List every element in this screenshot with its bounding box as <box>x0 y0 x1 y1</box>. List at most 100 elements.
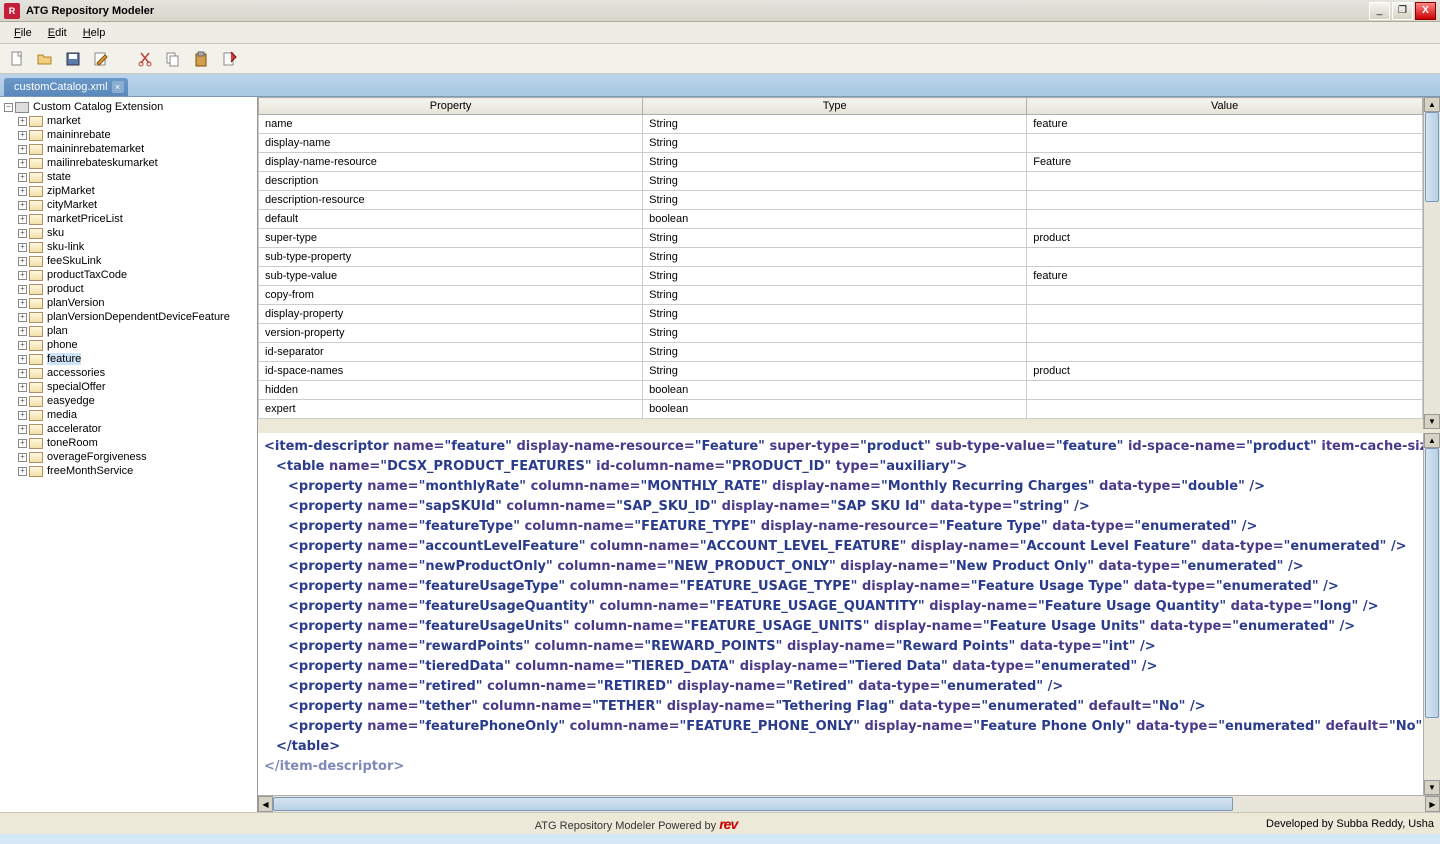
table-row[interactable]: description-resourceString <box>259 191 1423 210</box>
cell[interactable]: copy-from <box>259 286 643 305</box>
tree-item-phone[interactable]: +phone <box>0 338 257 352</box>
expander-icon[interactable]: + <box>18 327 27 336</box>
cell[interactable]: String <box>643 172 1027 191</box>
property-table-scroll[interactable]: PropertyTypeValue nameStringfeaturedispl… <box>258 97 1423 429</box>
scroll-down-icon[interactable]: ▼ <box>1424 414 1440 429</box>
scroll-thumb[interactable] <box>1425 112 1439 202</box>
tree-item-specialOffer[interactable]: +specialOffer <box>0 380 257 394</box>
menu-file[interactable]: File <box>6 24 40 42</box>
tree-item-feeSkuLink[interactable]: +feeSkuLink <box>0 254 257 268</box>
cell[interactable]: sub-type-value <box>259 267 643 286</box>
cell[interactable]: String <box>643 267 1027 286</box>
table-row[interactable]: id-separatorString <box>259 343 1423 362</box>
tree-item-product[interactable]: +product <box>0 282 257 296</box>
tree-item-maininrebatemarket[interactable]: +maininrebatemarket <box>0 142 257 156</box>
tab-customcatalog[interactable]: customCatalog.xml × <box>4 78 128 96</box>
minimize-button[interactable]: _ <box>1369 2 1390 20</box>
tree-item-planVersion[interactable]: +planVersion <box>0 296 257 310</box>
new-file-icon[interactable] <box>8 50 26 68</box>
tree-item-accessories[interactable]: +accessories <box>0 366 257 380</box>
copy-icon[interactable] <box>164 50 182 68</box>
scroll-up-icon[interactable]: ▲ <box>1424 97 1440 112</box>
cell[interactable]: String <box>643 324 1027 343</box>
expander-icon[interactable]: + <box>18 159 27 168</box>
tree-item-toneRoom[interactable]: +toneRoom <box>0 436 257 450</box>
cell[interactable] <box>1027 286 1423 305</box>
table-row[interactable]: display-propertyString <box>259 305 1423 324</box>
expander-icon[interactable]: + <box>18 369 27 378</box>
cell[interactable]: String <box>643 362 1027 381</box>
cell[interactable]: String <box>643 134 1027 153</box>
tree-item-accelerator[interactable]: +accelerator <box>0 422 257 436</box>
cell[interactable]: String <box>643 286 1027 305</box>
table-row[interactable]: sub-type-valueStringfeature <box>259 267 1423 286</box>
table-row[interactable]: sub-type-propertyString <box>259 248 1423 267</box>
close-button[interactable]: X <box>1415 2 1436 20</box>
cell[interactable]: description <box>259 172 643 191</box>
tree-item-market[interactable]: +market <box>0 114 257 128</box>
expander-icon[interactable]: + <box>18 215 27 224</box>
tree-item-maininrebate[interactable]: +maininrebate <box>0 128 257 142</box>
expander-icon[interactable]: + <box>18 271 27 280</box>
table-row[interactable]: display-name-resourceStringFeature <box>259 153 1423 172</box>
cell[interactable]: feature <box>1027 115 1423 134</box>
expander-icon[interactable]: + <box>18 243 27 252</box>
cell[interactable]: id-separator <box>259 343 643 362</box>
cell[interactable]: expert <box>259 400 643 419</box>
cell[interactable]: sub-type-property <box>259 248 643 267</box>
table-row[interactable]: version-propertyString <box>259 324 1423 343</box>
table-row[interactable]: descriptionString <box>259 172 1423 191</box>
scroll-up-icon[interactable]: ▲ <box>1424 433 1440 448</box>
cell[interactable]: name <box>259 115 643 134</box>
table-row[interactable]: expertboolean <box>259 400 1423 419</box>
cell[interactable]: String <box>643 343 1027 362</box>
col-type[interactable]: Type <box>643 98 1027 115</box>
paste-icon[interactable] <box>192 50 210 68</box>
expander-icon[interactable]: + <box>18 145 27 154</box>
cell[interactable]: default <box>259 210 643 229</box>
expander-icon[interactable]: + <box>18 383 27 392</box>
tree-item-zipMarket[interactable]: +zipMarket <box>0 184 257 198</box>
cell[interactable]: boolean <box>643 381 1027 400</box>
cell[interactable]: hidden <box>259 381 643 400</box>
cell[interactable] <box>1027 134 1423 153</box>
expander-icon[interactable]: + <box>18 467 27 476</box>
tree-item-sku[interactable]: +sku <box>0 226 257 240</box>
expander-icon[interactable]: + <box>18 173 27 182</box>
cell[interactable] <box>1027 343 1423 362</box>
cell[interactable]: boolean <box>643 210 1027 229</box>
tree-item-feature[interactable]: +feature <box>0 352 257 366</box>
table-row[interactable]: copy-fromString <box>259 286 1423 305</box>
tree-item-freeMonthService[interactable]: +freeMonthService <box>0 464 257 478</box>
cell[interactable]: display-name-resource <box>259 153 643 172</box>
cell[interactable]: String <box>643 229 1027 248</box>
expander-icon[interactable]: + <box>18 425 27 434</box>
cell[interactable]: super-type <box>259 229 643 248</box>
expander-icon[interactable]: + <box>18 439 27 448</box>
save-icon[interactable] <box>64 50 82 68</box>
expander-icon[interactable]: + <box>18 397 27 406</box>
expander-icon[interactable]: + <box>18 453 27 462</box>
cell[interactable]: boolean <box>643 400 1027 419</box>
scroll-thumb[interactable] <box>1425 448 1439 718</box>
cell[interactable]: version-property <box>259 324 643 343</box>
cell[interactable]: Feature <box>1027 153 1423 172</box>
cell[interactable] <box>1027 324 1423 343</box>
expander-icon[interactable]: + <box>18 187 27 196</box>
xml-scrollbar[interactable]: ▲ ▼ <box>1423 433 1440 795</box>
expander-icon[interactable]: + <box>18 257 27 266</box>
menu-edit[interactable]: Edit <box>40 24 75 42</box>
tree-item-marketPriceList[interactable]: +marketPriceList <box>0 212 257 226</box>
cell[interactable]: display-name <box>259 134 643 153</box>
table-scrollbar[interactable]: ▲ ▼ <box>1423 97 1440 429</box>
open-icon[interactable] <box>36 50 54 68</box>
cell[interactable]: product <box>1027 229 1423 248</box>
cell[interactable] <box>1027 210 1423 229</box>
col-value[interactable]: Value <box>1027 98 1423 115</box>
tree-item-cityMarket[interactable]: +cityMarket <box>0 198 257 212</box>
tree-item-planVersionDependentDeviceFeature[interactable]: +planVersionDependentDeviceFeature <box>0 310 257 324</box>
cell[interactable]: description-resource <box>259 191 643 210</box>
cell[interactable]: feature <box>1027 267 1423 286</box>
tree-item-easyedge[interactable]: +easyedge <box>0 394 257 408</box>
delete-doc-icon[interactable] <box>220 50 238 68</box>
